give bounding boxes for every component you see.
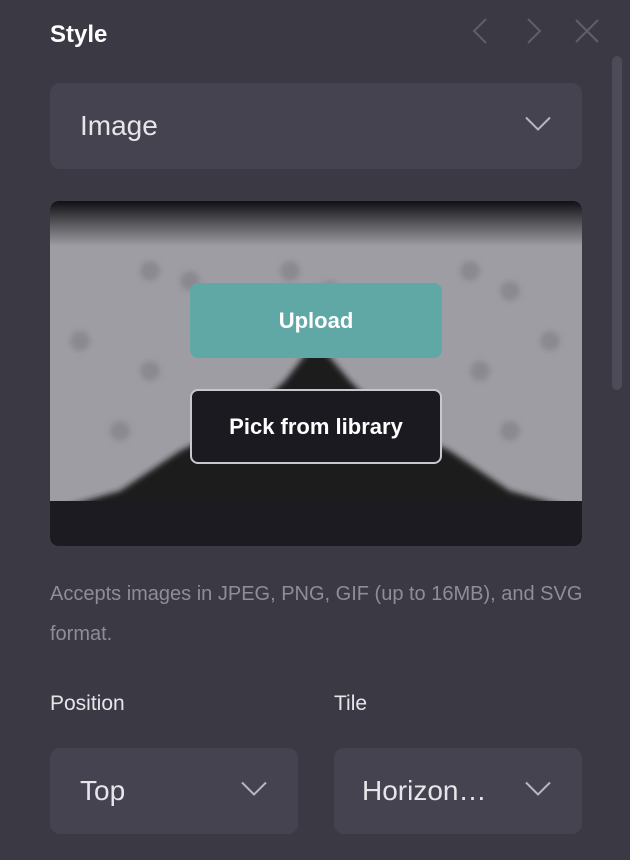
position-value: Top	[80, 775, 126, 806]
chevron-down-icon	[524, 781, 552, 802]
upload-button[interactable]: Upload	[190, 283, 442, 358]
pick-from-library-button[interactable]: Pick from library	[190, 389, 442, 464]
position-label: Position	[50, 692, 125, 715]
tile-select[interactable]: Horizon…	[334, 748, 582, 834]
chevron-down-icon	[524, 116, 552, 137]
background-type-value: Image	[80, 110, 158, 141]
background-type-select[interactable]: Image	[50, 83, 582, 169]
tile-value: Horizon…	[362, 775, 487, 806]
close-icon[interactable]	[571, 14, 603, 48]
style-panel: Style Image Upload Pick from library Acc…	[0, 0, 630, 860]
chevron-right-icon[interactable]	[518, 14, 550, 48]
scrollbar[interactable]	[612, 56, 622, 390]
position-select[interactable]: Top	[50, 748, 298, 834]
chevron-down-icon	[240, 781, 268, 802]
chevron-left-icon[interactable]	[464, 14, 496, 48]
panel-title: Style	[50, 21, 108, 48]
preview-placeholder-image	[50, 201, 582, 546]
accepted-formats-help: Accepts images in JPEG, PNG, GIF (up to …	[50, 583, 583, 645]
image-preview	[50, 201, 582, 546]
tile-label: Tile	[334, 692, 368, 715]
